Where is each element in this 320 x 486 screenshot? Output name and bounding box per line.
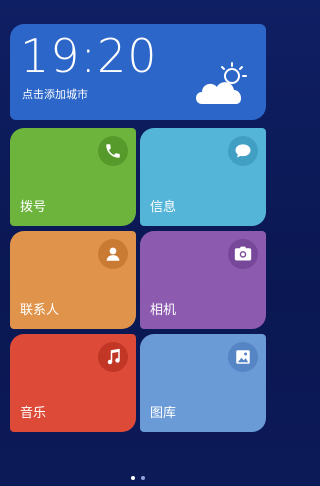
app-tile-camera[interactable]: 相机 xyxy=(140,231,266,329)
app-label-phone: 拨号 xyxy=(20,200,47,215)
app-label-gallery: 图库 xyxy=(150,406,177,421)
camera-icon xyxy=(228,239,258,269)
music-icon xyxy=(98,342,128,372)
app-tile-contacts[interactable]: 联系人 xyxy=(10,231,136,329)
app-tile-music[interactable]: 音乐 xyxy=(10,334,136,432)
partly-cloudy-icon xyxy=(196,62,247,104)
page-dot-2[interactable] xyxy=(141,476,145,480)
app-tile-phone[interactable]: 拨号 xyxy=(10,128,136,226)
app-label-music: 音乐 xyxy=(20,406,47,421)
app-label-messages: 信息 xyxy=(150,200,177,215)
app-tile-gallery[interactable]: 图库 xyxy=(140,334,266,432)
clock-weather-widget[interactable]: 19:20 点击添加城市 xyxy=(10,24,266,120)
message-icon xyxy=(228,136,258,166)
page-indicator xyxy=(0,476,276,480)
app-label-camera: 相机 xyxy=(150,303,177,318)
app-tile-messages[interactable]: 信息 xyxy=(140,128,266,226)
gallery-icon xyxy=(228,342,258,372)
home-screen: 19:20 点击添加城市 拨号 信息 联系人 相机 音乐 图库 xyxy=(0,0,276,486)
phone-icon xyxy=(98,136,128,166)
page-dot-1[interactable] xyxy=(131,476,135,480)
app-label-contacts: 联系人 xyxy=(20,303,60,318)
add-city-link[interactable]: 点击添加城市 xyxy=(22,88,88,102)
contact-icon xyxy=(98,239,128,269)
clock-time[interactable]: 19:20 xyxy=(20,26,158,86)
